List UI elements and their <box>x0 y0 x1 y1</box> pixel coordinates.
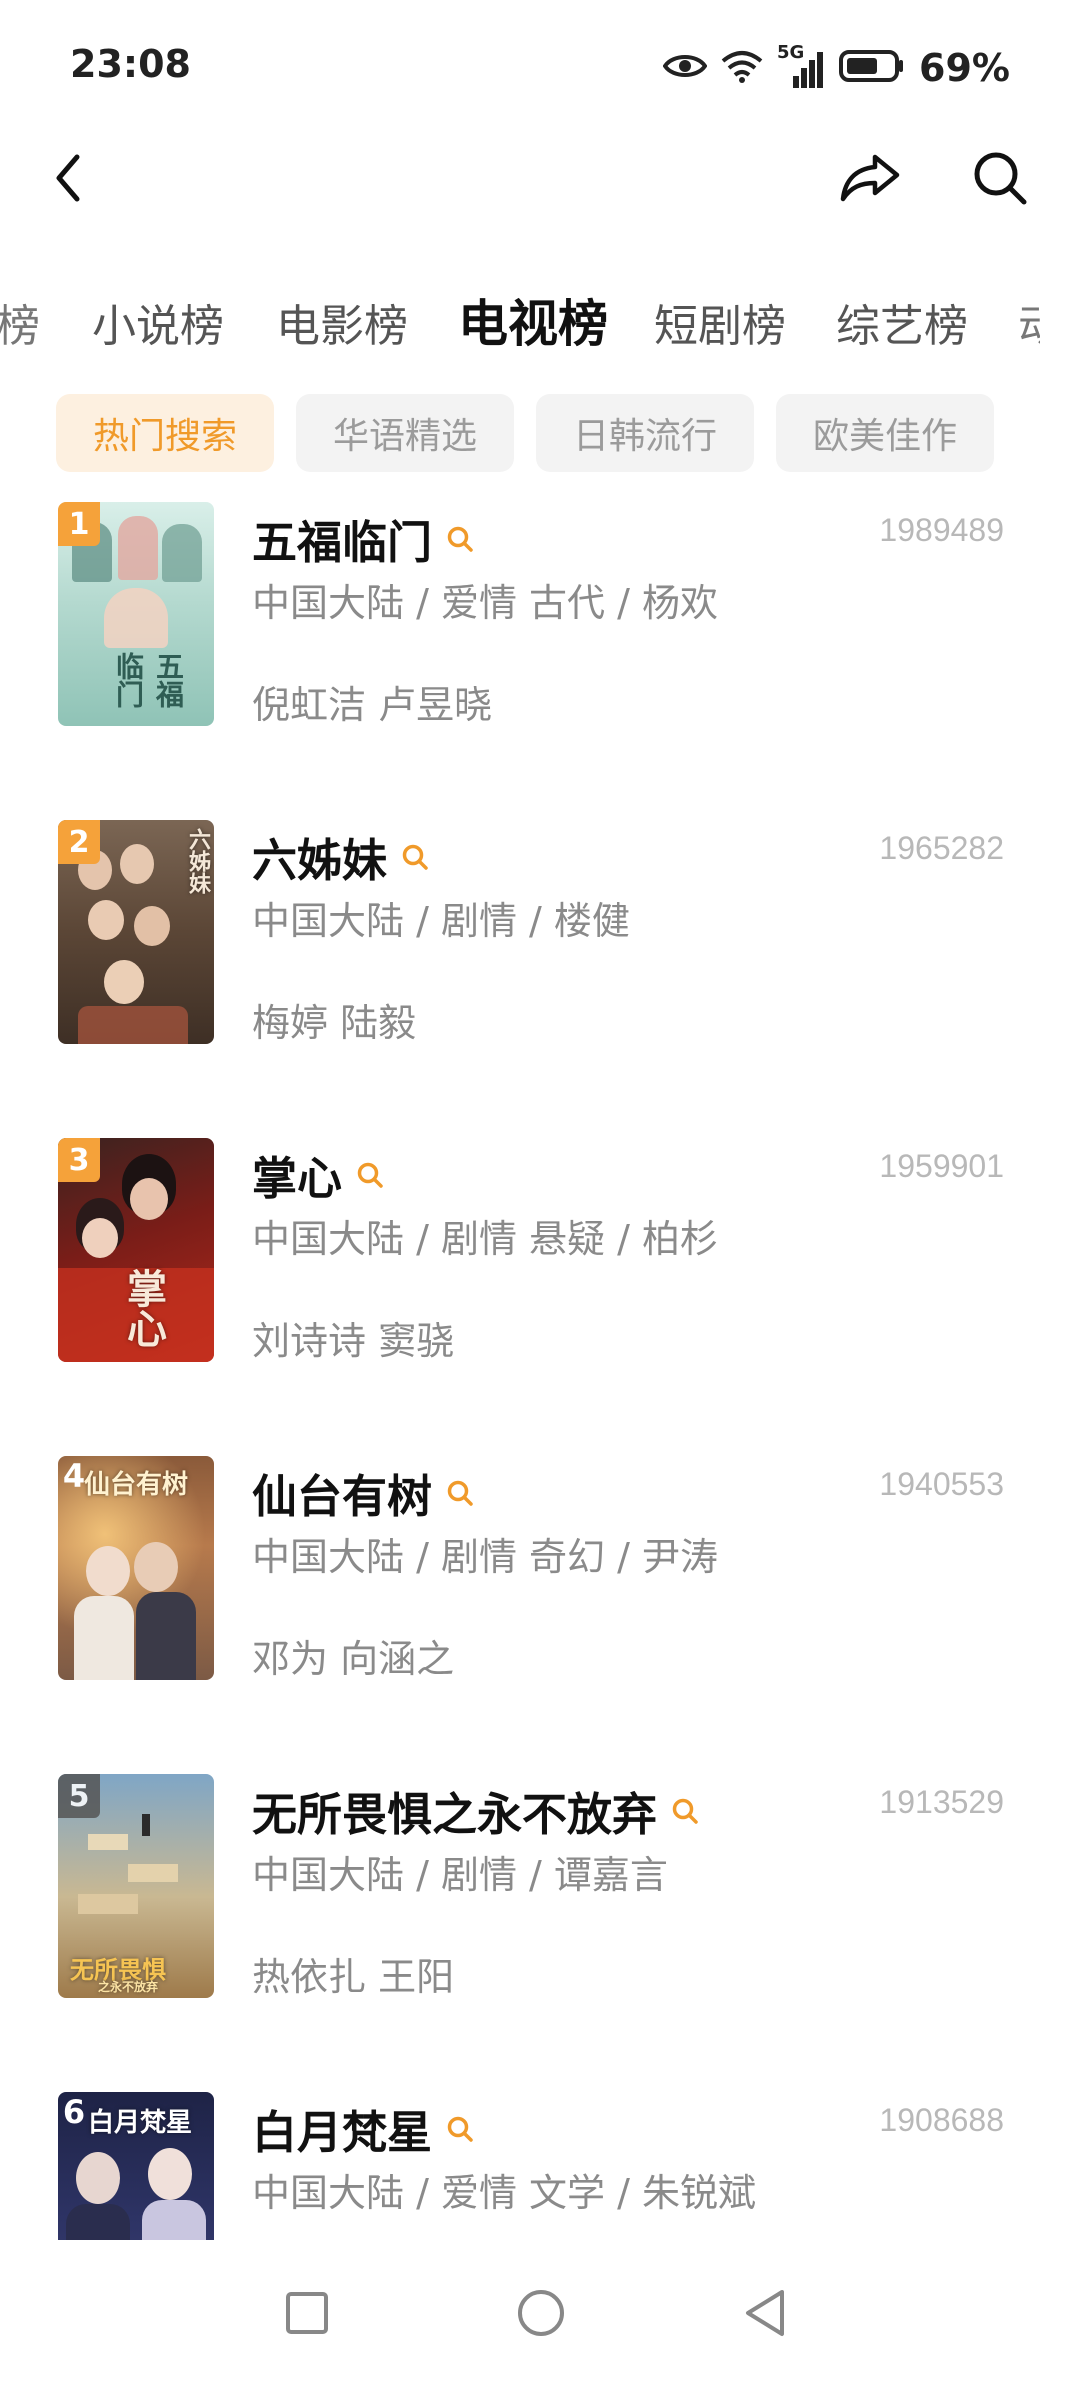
chip-chinese-picks[interactable]: 华语精选 <box>296 394 514 472</box>
top-nav <box>0 140 1080 260</box>
chip-western-classics[interactable]: 欧美佳作 <box>776 394 994 472</box>
item-title[interactable]: 六姊妹 <box>252 824 429 889</box>
list-item[interactable]: 掌心 3 掌心 1959901 中国大陆 / 剧情 悬疑 / 柏杉 刘诗诗 窦骁 <box>0 1134 1080 1452</box>
eye-icon <box>662 51 708 85</box>
status-bar: 23:08 5G 69% <box>0 0 1080 140</box>
item-meta: 中国大陆 / 剧情 奇幻 / 尹涛 <box>252 1535 719 1579</box>
share-button[interactable] <box>830 140 910 220</box>
battery-icon <box>839 49 905 87</box>
rank-badge: 1 <box>58 502 100 546</box>
poster-title-art: 仙台有树 <box>84 1470 189 1500</box>
item-title-text: 掌心 <box>252 1152 343 1205</box>
poster-title-art: 六姊妹 <box>185 828 211 894</box>
rank-badge: 4 <box>62 1457 86 1495</box>
share-icon <box>839 151 901 209</box>
search-small-icon[interactable] <box>401 843 429 871</box>
list-item[interactable]: 六姊妹 2 六姊妹 1965282 中国大陆 / 剧情 / 楼健 梅婷 陆毅 <box>0 816 1080 1134</box>
item-meta: 中国大陆 / 爱情 古代 / 杨欢 <box>252 581 719 625</box>
poster-image[interactable]: 仙台有树 4 <box>58 1456 214 1680</box>
chip-hot-search[interactable]: 热门搜索 <box>56 394 274 472</box>
item-cast: 梅婷 陆毅 <box>252 1001 417 1045</box>
system-back-button[interactable] <box>730 2280 800 2350</box>
tab-tv[interactable]: 电视榜 <box>458 284 608 356</box>
chip-jp-kr-popular[interactable]: 日韩流行 <box>536 394 754 472</box>
back-button[interactable] <box>38 140 98 220</box>
poster-title-art: 掌心 <box>120 1268 167 1348</box>
item-title[interactable]: 无所畏惧之永不放弃 <box>252 1778 699 1843</box>
home-button[interactable] <box>506 2280 576 2350</box>
poster-image[interactable]: 掌心 3 <box>58 1138 214 1362</box>
item-title-text: 无所畏惧之永不放弃 <box>252 1788 658 1841</box>
recents-square-icon <box>284 2290 330 2340</box>
item-meta: 中国大陆 / 剧情 悬疑 / 柏杉 <box>252 1217 719 1261</box>
tab-variety[interactable]: 综艺榜 <box>836 290 968 354</box>
list-item[interactable]: 白月梵星 6 白月梵星 1908688 中国大陆 / 爱情 文学 / 朱锐斌 <box>0 2088 1080 2240</box>
home-circle-icon <box>515 2287 567 2343</box>
item-meta: 中国大陆 / 剧情 / 楼健 <box>252 899 630 943</box>
rank-badge: 2 <box>58 820 100 864</box>
item-cast: 刘诗诗 窦骁 <box>252 1319 455 1363</box>
heat-score: 1908688 <box>879 2102 1004 2138</box>
item-title-text: 仙台有树 <box>252 1470 433 1523</box>
search-small-icon[interactable] <box>356 1161 384 1189</box>
cellular-signal-icon: 5G <box>777 42 825 90</box>
battery-percent: 69% <box>919 46 1010 90</box>
heat-score: 1940553 <box>879 1466 1004 1502</box>
poster-image[interactable]: 六姊妹 2 <box>58 820 214 1044</box>
heat-score: 1913529 <box>879 1784 1004 1820</box>
heat-score: 1959901 <box>879 1148 1004 1184</box>
item-meta: 中国大陆 / 爱情 文学 / 朱锐斌 <box>252 2171 757 2215</box>
ranking-list: 五福临门 1 五福临门 1989489 中国大陆 / 爱情 古代 / 杨欢 倪虹… <box>0 498 1080 2240</box>
tab-partial-left[interactable]: 榜 <box>0 290 38 354</box>
tab-movie[interactable]: 电影榜 <box>276 290 408 354</box>
rank-badge: 6 <box>62 2093 86 2131</box>
back-arrow-icon <box>53 153 83 207</box>
tab-short-drama[interactable]: 短剧榜 <box>654 290 786 354</box>
poster-title-art: 五福临门 <box>112 652 185 708</box>
wifi-icon <box>721 49 763 87</box>
poster-image[interactable]: 五福临门 1 <box>58 502 214 726</box>
rank-badge: 5 <box>58 1774 100 1818</box>
list-item[interactable]: 五福临门 1 五福临门 1989489 中国大陆 / 爱情 古代 / 杨欢 倪虹… <box>0 498 1080 816</box>
search-button[interactable] <box>960 140 1040 220</box>
item-cast: 邓为 向涵之 <box>252 1637 455 1681</box>
item-title-text: 五福临门 <box>252 516 433 569</box>
status-icons: 5G 69% <box>662 40 1010 96</box>
search-small-icon[interactable] <box>671 1797 699 1825</box>
poster-title-art: 白月梵星 <box>88 2108 193 2138</box>
rank-badge: 3 <box>58 1138 100 1182</box>
heat-score: 1989489 <box>879 512 1004 548</box>
system-navigation-bar <box>0 2250 1080 2387</box>
item-cast: 热依扎 王阳 <box>252 1955 455 1999</box>
search-small-icon[interactable] <box>446 2115 474 2143</box>
search-small-icon[interactable] <box>446 1479 474 1507</box>
status-time: 23:08 <box>70 42 191 86</box>
heat-score: 1965282 <box>879 830 1004 866</box>
tab-partial-right[interactable]: 动 <box>1018 290 1040 354</box>
item-title-text: 白月梵星 <box>252 2106 433 2159</box>
list-item[interactable]: 无所畏惧 之永不放弃 5 无所畏惧之永不放弃 1913529 中国大陆 / 剧情… <box>0 1770 1080 2088</box>
item-cast: 倪虹洁 卢昱晓 <box>252 683 493 727</box>
search-small-icon[interactable] <box>446 525 474 553</box>
poster-image[interactable]: 白月梵星 6 <box>58 2092 214 2240</box>
item-title-text: 六姊妹 <box>252 834 388 887</box>
item-title[interactable]: 掌心 <box>252 1142 384 1207</box>
search-icon <box>971 149 1029 211</box>
back-triangle-icon <box>742 2288 788 2342</box>
poster-subtitle-art: 之永不放弃 <box>98 1980 159 1994</box>
category-tabs: 榜 小说榜 电影榜 电视榜 短剧榜 综艺榜 动 <box>0 280 1080 370</box>
item-meta: 中国大陆 / 剧情 / 谭嘉言 <box>252 1853 668 1897</box>
tab-novel[interactable]: 小说榜 <box>92 290 224 354</box>
item-title[interactable]: 仙台有树 <box>252 1460 474 1525</box>
list-item[interactable]: 仙台有树 4 仙台有树 1940553 中国大陆 / 剧情 奇幻 / 尹涛 邓为… <box>0 1452 1080 1770</box>
item-title[interactable]: 五福临门 <box>252 506 474 571</box>
recents-button[interactable] <box>272 2280 342 2350</box>
item-title[interactable]: 白月梵星 <box>252 2096 474 2161</box>
poster-image[interactable]: 无所畏惧 之永不放弃 5 <box>58 1774 214 1998</box>
